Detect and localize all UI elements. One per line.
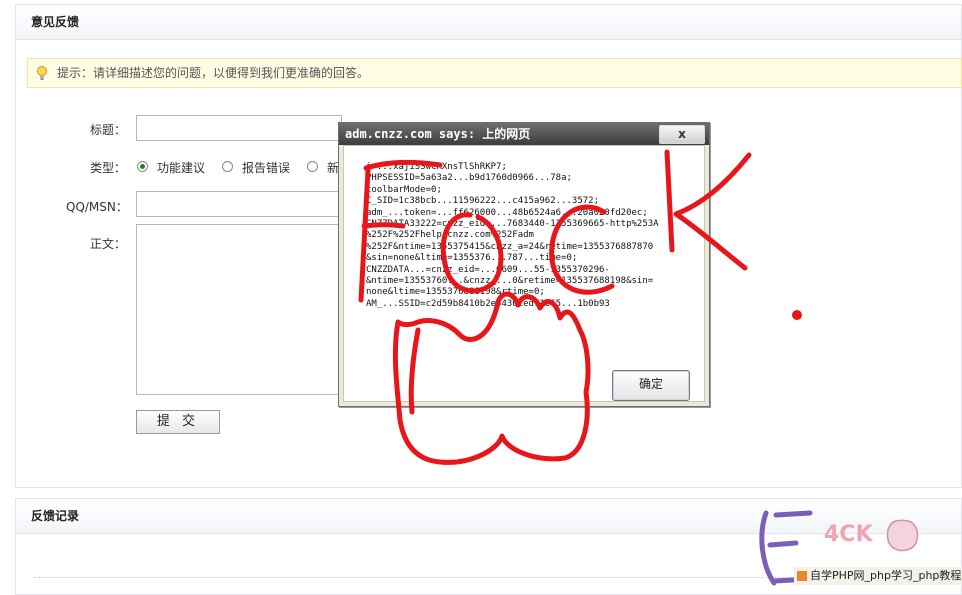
radio-icon [307, 161, 318, 172]
feedback-panel-title: 意见反馈 [16, 5, 961, 40]
ok-button[interactable]: 确定 [612, 370, 690, 401]
message-line: &ntime=13553760...&cnzz_...0&retime=1355… [366, 276, 654, 287]
message-line: %252F%252Fhelp.cnzz.com%252Fadm [366, 230, 534, 241]
watermark-caption: 自学PHP网_php学习_php教程 [794, 567, 962, 585]
watermark-fist [886, 519, 919, 552]
dialog-body: i=...xajiSSwCAXnsTlShRKP7; PHPSESSID=5a6… [343, 145, 705, 402]
body-label: 正文： [89, 237, 126, 251]
close-button[interactable]: x [659, 125, 705, 144]
lightbulb-icon [37, 66, 47, 80]
body-textarea[interactable] [136, 224, 342, 395]
title-label: 标题： [89, 123, 126, 137]
message-line: C_SID=1c38bcb...11596222...c415a962...35… [366, 196, 599, 207]
message-line: adm_...token=...ff626000...48b6524a6...2… [366, 207, 648, 218]
radio-icon [222, 161, 233, 172]
message-line: none&ltime=1355376888198&rtime=0; [366, 287, 545, 298]
type-option-label: 报告错误 [242, 161, 291, 175]
site-logo-icon [797, 571, 807, 581]
qq-input[interactable] [136, 191, 342, 217]
message-line: %252F&ntime=1355375415&cnzz_a=24&retime=… [366, 241, 654, 252]
watermark-caption-text: 自学PHP网_php学习_php教程 [810, 569, 962, 582]
message-line: AM_...SSID=c2d59b8410b2e3436ced71b65...1… [366, 298, 610, 309]
watermark-logo-text: 4CK [824, 522, 873, 547]
type-label: 类型： [89, 161, 126, 175]
submit-button[interactable]: 提 交 [136, 410, 220, 434]
message-line: CNZZDATA33222=cnzz_eid=...7683440-135536… [366, 219, 659, 230]
radio-selected-icon [137, 161, 148, 172]
message-line: CNZZDATA...=cnzz_eid=...6609...55-135537… [366, 264, 610, 275]
dialog-title: adm.cnzz.com says: 上的网页 [339, 123, 709, 145]
tip-text: 提示：请详细描述您的问题，以便得到我们更准确的回答。 [57, 66, 370, 80]
message-line: toolbarMode=0; [366, 184, 442, 195]
qq-label: QQ/MSN： [66, 200, 128, 214]
tip-bar: 提示：请详细描述您的问题，以便得到我们更准确的回答。 [27, 58, 962, 88]
message-line: &sin=none&ltime=1355376...787...time=0; [366, 253, 578, 264]
title-input[interactable] [136, 115, 342, 141]
type-option-label: 功能建议 [157, 161, 206, 175]
message-line: i=...xajiSSwCAXnsTlShRKP7; [366, 162, 507, 172]
message-line: PHPSESSID=5a63a2...b9d1760d0966...78a; [366, 173, 572, 184]
alert-dialog: adm.cnzz.com says: 上的网页 x i=...xajiSSwCA… [338, 122, 710, 407]
dialog-message: i=...xajiSSwCAXnsTlShRKP7; PHPSESSID=5a6… [366, 162, 696, 310]
